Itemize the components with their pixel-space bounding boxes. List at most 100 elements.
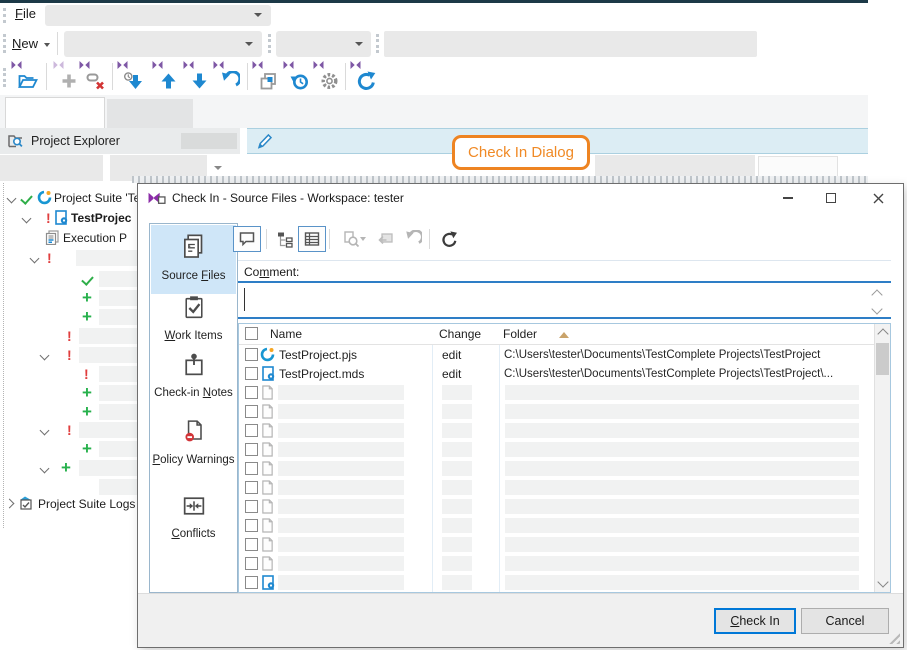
chevron-down-icon[interactable] bbox=[214, 166, 222, 170]
row-checkbox[interactable] bbox=[245, 576, 258, 589]
check-out-button[interactable] bbox=[182, 61, 214, 93]
table-row[interactable] bbox=[239, 421, 876, 440]
scrollbar-thumb[interactable] bbox=[876, 343, 889, 375]
comment-input[interactable] bbox=[238, 281, 891, 319]
refresh-list-button[interactable] bbox=[435, 226, 463, 252]
row-checkbox[interactable] bbox=[245, 462, 258, 475]
sidebar-item-policy-warnings[interactable]: Policy Warnings bbox=[151, 418, 236, 484]
compare-button[interactable] bbox=[251, 61, 283, 93]
sidebar-item-checkin-notes[interactable]: Check-in Notes bbox=[151, 351, 236, 417]
menubar-combo[interactable] bbox=[45, 5, 271, 26]
commandbar-combo-1[interactable] bbox=[64, 31, 262, 57]
chevron-down-icon[interactable] bbox=[30, 254, 40, 264]
select-all-checkbox[interactable] bbox=[245, 327, 258, 340]
commandbar-combo-3[interactable] bbox=[384, 31, 757, 57]
tree-item[interactable]: ! bbox=[4, 346, 138, 365]
table-row[interactable]: TestProject.pjs edit C:\Users\tester\Doc… bbox=[239, 345, 876, 364]
row-checkbox[interactable] bbox=[245, 500, 258, 513]
new-dropdown-icon[interactable] bbox=[44, 43, 50, 47]
maximize-button[interactable] bbox=[817, 188, 845, 208]
explorer-control-placeholder[interactable] bbox=[0, 155, 103, 181]
column-header-name[interactable]: Name bbox=[270, 327, 302, 341]
chevron-down-icon[interactable] bbox=[40, 464, 50, 474]
tree-item[interactable]: ! bbox=[4, 365, 138, 384]
tree-item-project-suite-logs[interactable]: Project Suite Logs bbox=[4, 495, 138, 514]
row-checkbox[interactable] bbox=[245, 348, 258, 361]
table-row[interactable] bbox=[239, 554, 876, 573]
menubar-grip[interactable] bbox=[3, 8, 9, 23]
minimize-button[interactable] bbox=[774, 188, 802, 208]
table-row[interactable] bbox=[239, 478, 876, 497]
row-checkbox[interactable] bbox=[245, 443, 258, 456]
tree-item[interactable]: ! bbox=[4, 249, 138, 268]
list-view-button[interactable] bbox=[298, 226, 326, 252]
tree-item[interactable]: ! bbox=[4, 327, 138, 346]
row-checkbox[interactable] bbox=[245, 557, 258, 570]
tree-item[interactable]: + bbox=[4, 289, 138, 308]
table-row[interactable] bbox=[239, 497, 876, 516]
column-header-change[interactable]: Change bbox=[439, 327, 481, 341]
scrollbar-down-button[interactable] bbox=[875, 575, 891, 592]
break-link-button[interactable] bbox=[78, 61, 110, 93]
chevron-down-icon[interactable] bbox=[22, 214, 32, 224]
resize-grip[interactable] bbox=[889, 633, 900, 644]
tree-item[interactable]: + bbox=[4, 384, 138, 403]
commandbar-combo-2[interactable] bbox=[276, 31, 371, 57]
toolbar-grip[interactable] bbox=[268, 34, 274, 53]
tree-item[interactable]: + bbox=[4, 459, 138, 478]
table-row[interactable] bbox=[239, 402, 876, 421]
navigate-back-button[interactable] bbox=[372, 226, 400, 252]
scroll-down-icon[interactable] bbox=[871, 303, 882, 314]
open-project-button[interactable] bbox=[10, 61, 42, 93]
tree-view-button[interactable] bbox=[271, 226, 299, 252]
table-row[interactable] bbox=[239, 459, 876, 478]
new-button[interactable]: New bbox=[12, 36, 38, 51]
row-checkbox[interactable] bbox=[245, 424, 258, 437]
tree-item[interactable]: + bbox=[4, 440, 138, 459]
table-row[interactable] bbox=[239, 516, 876, 535]
get-latest-version-button[interactable] bbox=[116, 61, 148, 93]
chevron-right-icon[interactable] bbox=[5, 499, 15, 509]
check-in-button-toolbar[interactable] bbox=[151, 61, 183, 93]
refresh-button[interactable] bbox=[349, 61, 381, 93]
comment-toggle-button[interactable] bbox=[233, 226, 261, 252]
undo-changes-button[interactable] bbox=[212, 61, 244, 93]
dialog-title-bar[interactable]: Check In - Source Files - Workspace: tes… bbox=[138, 184, 903, 212]
settings-button[interactable] bbox=[312, 61, 344, 93]
tree-item-execution-plan[interactable]: Execution P bbox=[4, 229, 138, 248]
commandbar-grip[interactable] bbox=[3, 34, 9, 53]
preview-button[interactable] bbox=[334, 226, 368, 252]
row-checkbox[interactable] bbox=[245, 405, 258, 418]
tree-item-project-suite[interactable]: Project Suite 'Te bbox=[4, 189, 138, 208]
main-toolbar-grip[interactable] bbox=[3, 68, 9, 87]
tab-inactive[interactable] bbox=[107, 99, 193, 128]
table-row[interactable]: TestProject.mds edit C:\Users\tester\Doc… bbox=[239, 364, 876, 383]
tree-item[interactable]: + bbox=[4, 403, 138, 422]
cancel-button[interactable]: Cancel bbox=[801, 608, 889, 634]
column-header-folder[interactable]: Folder bbox=[503, 327, 537, 341]
file-menu[interactable]: File bbox=[15, 6, 36, 21]
row-checkbox[interactable] bbox=[245, 386, 258, 399]
chevron-down-icon[interactable] bbox=[40, 426, 50, 436]
check-in-button[interactable]: Check In bbox=[714, 608, 796, 634]
sidebar-item-conflicts[interactable]: Conflicts bbox=[151, 492, 236, 548]
chevron-down-icon[interactable] bbox=[7, 194, 17, 204]
tab-active[interactable] bbox=[5, 97, 105, 128]
row-checkbox[interactable] bbox=[245, 519, 258, 532]
table-row[interactable] bbox=[239, 440, 876, 459]
toolbar-grip[interactable] bbox=[376, 34, 382, 53]
tree-item-project[interactable]: ! TestProjec bbox=[4, 209, 138, 228]
scroll-up-icon[interactable] bbox=[871, 289, 882, 300]
history-button[interactable] bbox=[282, 61, 314, 93]
close-button[interactable] bbox=[864, 188, 892, 208]
row-checkbox[interactable] bbox=[245, 538, 258, 551]
table-row[interactable] bbox=[239, 383, 876, 402]
sidebar-item-work-items[interactable]: Work Items bbox=[151, 294, 236, 346]
undo-disabled-button[interactable] bbox=[399, 226, 427, 252]
row-checkbox[interactable] bbox=[245, 367, 258, 380]
table-row[interactable] bbox=[239, 573, 876, 592]
chevron-down-icon[interactable] bbox=[40, 351, 50, 361]
tree-item[interactable] bbox=[4, 270, 138, 289]
tree-item[interactable]: + bbox=[4, 308, 138, 327]
table-row[interactable] bbox=[239, 535, 876, 554]
